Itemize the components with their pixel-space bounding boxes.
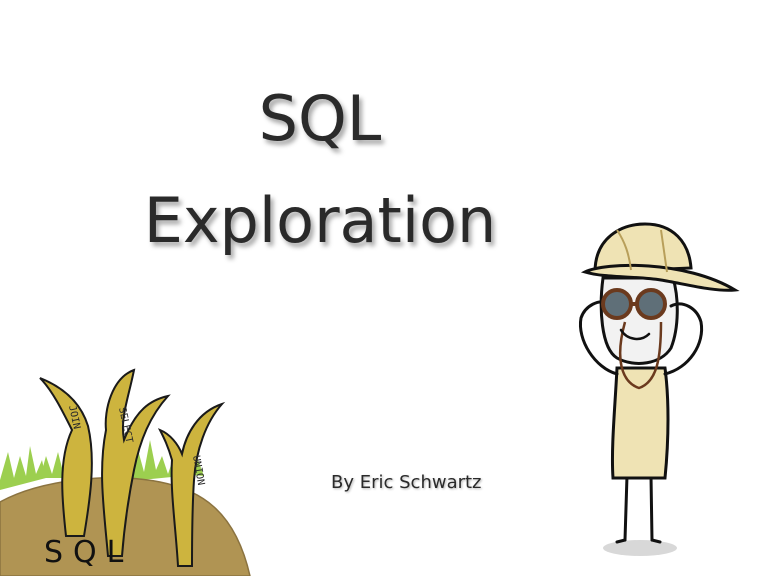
title-slide: SQL Exploration By Eric Schwartz JOIN SE…	[0, 0, 768, 576]
legs	[615, 474, 662, 544]
author-byline: By Eric Schwartz	[331, 472, 482, 493]
slide-title-line-2: Exploration	[143, 184, 497, 257]
explorer-character-illustration	[578, 222, 740, 556]
ground-shadow	[603, 540, 677, 556]
mound-label: SQL	[44, 535, 133, 570]
sql-garden-illustration: JOIN SELECT UNION SQL	[0, 368, 251, 576]
slide-title-line-1: SQL	[258, 82, 382, 155]
body	[610, 366, 670, 480]
